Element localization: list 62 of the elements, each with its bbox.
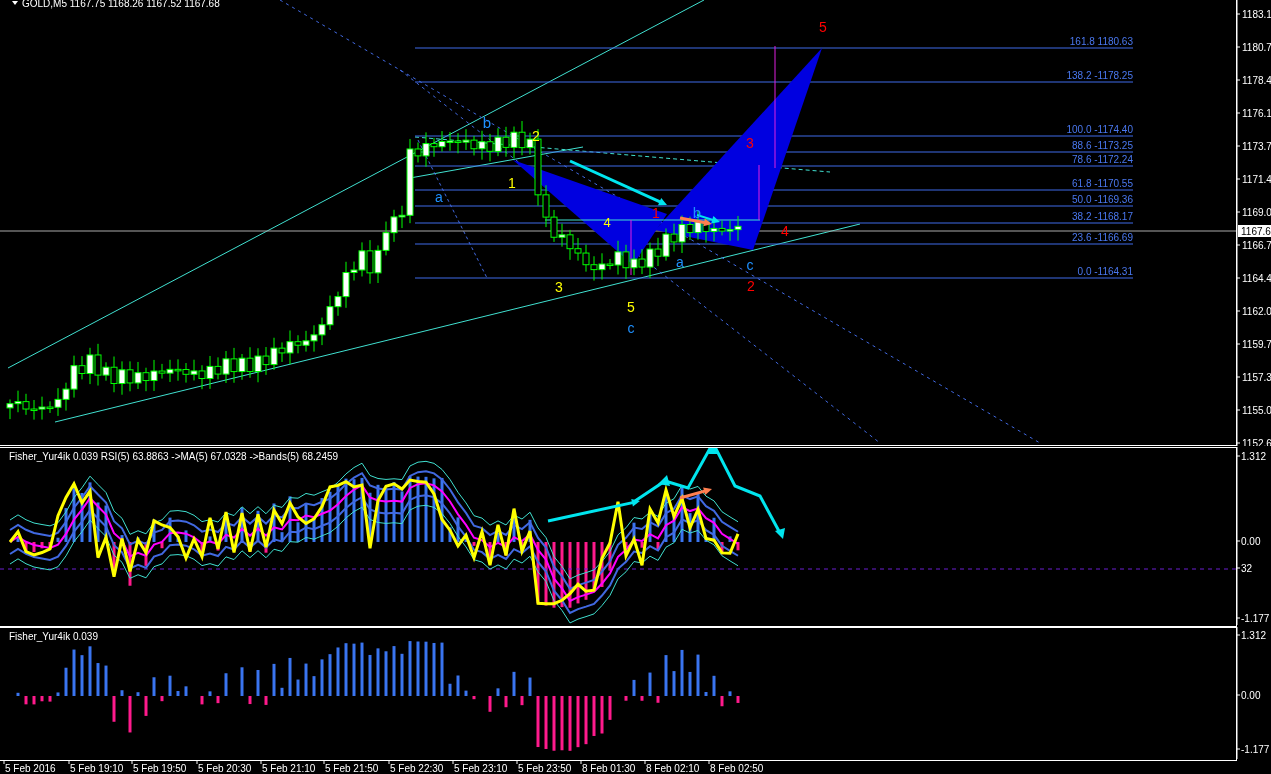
time-axis-label: 5 Feb 19:10 xyxy=(70,763,124,774)
price-axis-label: 1176.1 xyxy=(1242,108,1271,119)
chart-title: GOLD,M5 1167.75 1168.26 1167.52 1167.68 xyxy=(22,0,220,9)
price-axis-label: 1162.0 xyxy=(1242,306,1271,317)
wave-label: 3 xyxy=(555,279,563,295)
fibonacci-level-label: 78.6 -1172.24 xyxy=(1072,154,1133,165)
fibonacci-level-label: 100.0 -1174.40 xyxy=(1066,124,1133,135)
wave-label: a xyxy=(676,254,684,270)
time-axis-label: 5 Feb 23:50 xyxy=(518,763,572,774)
time-axis-label: 8 Feb 02:50 xyxy=(710,763,764,774)
time-axis-label: 5 Feb 23:10 xyxy=(454,763,508,774)
price-axis-label: 1178.4 xyxy=(1242,75,1271,86)
price-axis-label: 1164.4 xyxy=(1242,273,1271,284)
time-axis-label: 8 Feb 01:30 xyxy=(582,763,636,774)
time-axis-label: 5 Feb 22:30 xyxy=(390,763,444,774)
axis-label: 0.00 xyxy=(1241,690,1261,701)
wave-label: a xyxy=(435,189,443,205)
time-axis-label: 5 Feb 20:30 xyxy=(198,763,252,774)
wave-label: 3 xyxy=(746,135,754,151)
time-axis-label: 5 Feb 2016 xyxy=(5,763,56,774)
indicator-title: Fisher_Yur4ik 0.039 RSI(5) 63.8863 ->MA(5) 67.0328 ->Bands(5) 68.2459 xyxy=(9,451,339,462)
time-axis-label: 5 Feb 21:50 xyxy=(325,763,379,774)
price-axis-label: 1173.7 xyxy=(1242,141,1271,152)
price-axis-label: 1169.0 xyxy=(1242,207,1271,218)
axis-label: -1.177 xyxy=(1241,613,1270,624)
fibonacci-level-label: 88.6 -1173.25 xyxy=(1072,140,1133,151)
wave-label: c xyxy=(627,320,635,336)
wave-label: 2 xyxy=(747,278,755,294)
axis-label: 1.312 xyxy=(1241,451,1267,462)
fibonacci-level-label: 161.8 1180.63 xyxy=(1069,36,1133,47)
axis-label: 1.312 xyxy=(1241,630,1267,641)
wave-label: c xyxy=(746,257,754,273)
fibonacci-level-label: 61.8 -1170.55 xyxy=(1072,178,1133,189)
price-axis-label: 1155.0 xyxy=(1242,405,1271,416)
wave-label: 4 xyxy=(603,215,611,230)
indicator-title: Fisher_Yur4ik 0.039 xyxy=(9,631,98,642)
wave-label: 1 xyxy=(508,175,516,191)
price-axis-label: 1171.4 xyxy=(1242,174,1271,185)
wave-label: b xyxy=(692,204,702,221)
price-axis-label: 1166.7 xyxy=(1242,240,1271,251)
wave-label: 1 xyxy=(652,205,660,221)
fibonacci-level-label: 0.0 -1164.31 xyxy=(1077,266,1133,277)
axis-label: 0.00 xyxy=(1241,536,1261,547)
wave-label: 4 xyxy=(781,223,789,239)
time-axis-label: 5 Feb 21:10 xyxy=(262,763,316,774)
wave-label: 2 xyxy=(532,128,540,144)
price-axis-label: 1157.3 xyxy=(1242,372,1271,383)
fibonacci-level-label: 23.6 -1166.69 xyxy=(1072,232,1133,243)
price-axis-label: 1159.7 xyxy=(1242,339,1271,350)
wave-label: b xyxy=(482,114,492,131)
fibonacci-level-label: 138.2 -1178.25 xyxy=(1066,70,1133,81)
price-axis-label: 1180.7 xyxy=(1242,42,1271,53)
axis-label: -1.177 xyxy=(1241,744,1270,755)
wave-label: 5 xyxy=(627,299,635,315)
wave-label: 5 xyxy=(819,19,827,35)
current-price-tag: 1167.6 xyxy=(1238,225,1271,237)
axis-label: 32 xyxy=(1241,563,1253,574)
time-axis-label: 5 Feb 19:50 xyxy=(133,763,187,774)
fibonacci-level-label: 50.0 -1169.36 xyxy=(1072,194,1133,205)
price-axis-label: 1183.1 xyxy=(1242,9,1271,20)
fibonacci-level-label: 38.2 -1168.17 xyxy=(1072,211,1133,222)
time-axis-label: 8 Feb 02:10 xyxy=(646,763,700,774)
